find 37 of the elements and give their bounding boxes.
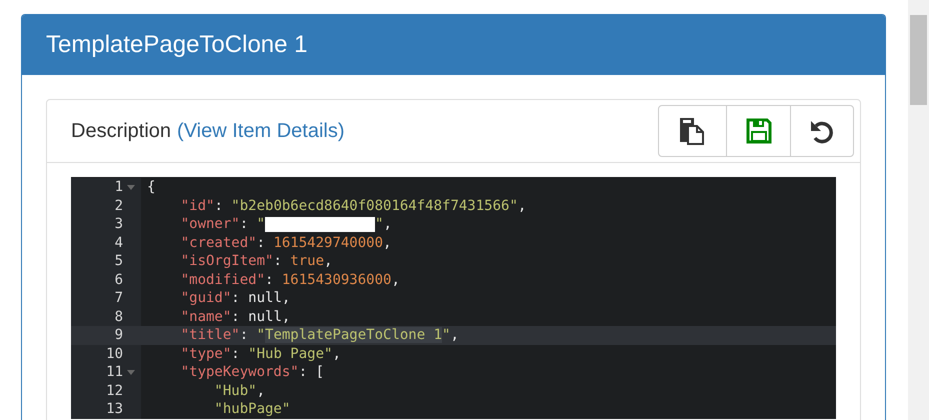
line-number: 7	[114, 289, 123, 308]
line-number: 13	[106, 400, 123, 418]
line-number: 10	[106, 344, 123, 363]
undo-icon	[809, 118, 835, 144]
code-line: "typeKeywords": [	[180, 363, 326, 382]
code-line: "modified": 1615430936000,	[180, 270, 401, 289]
line-number: 6	[114, 270, 123, 289]
line-number: 12	[106, 382, 123, 400]
code-editor[interactable]	[71, 177, 836, 418]
fold-caret-icon[interactable]	[127, 370, 135, 375]
code-line: "Hub",	[213, 382, 266, 400]
save-icon	[746, 118, 772, 144]
undo-button[interactable]	[790, 105, 854, 157]
code-line: "isOrgItem": true,	[180, 252, 334, 270]
fold-caret-icon[interactable]	[127, 184, 135, 190]
code-line: "type": "Hub Page",	[180, 344, 342, 363]
line-number: 8	[114, 308, 123, 326]
panel-title: TemplatePageToClone 1	[46, 31, 308, 59]
code-line: {	[146, 178, 156, 196]
save-button[interactable]	[726, 105, 791, 157]
code-line: "name": null,	[180, 308, 292, 326]
line-number: 1	[114, 178, 123, 196]
code-line: "hubPage"	[213, 400, 292, 418]
line-number: 3	[114, 215, 123, 234]
code-line: "guid": null,	[180, 289, 292, 308]
line-number: 11	[106, 363, 123, 382]
view-details-link[interactable]: (View Item Details)	[177, 120, 344, 142]
code-line: "owner": " ",	[180, 215, 393, 234]
copy-button[interactable]	[658, 105, 727, 157]
code-line: "id": "b2eb0b6ecd8640f080164f48f7431566",	[180, 196, 528, 215]
line-number: 9	[114, 326, 123, 344]
line-number: 4	[114, 234, 123, 252]
scrollbar-thumb[interactable]	[910, 15, 927, 105]
section-label: Description	[71, 120, 172, 142]
code-line: "created": 1615429740000,	[180, 234, 392, 252]
line-number: 5	[114, 252, 123, 270]
line-number: 2	[114, 196, 123, 215]
